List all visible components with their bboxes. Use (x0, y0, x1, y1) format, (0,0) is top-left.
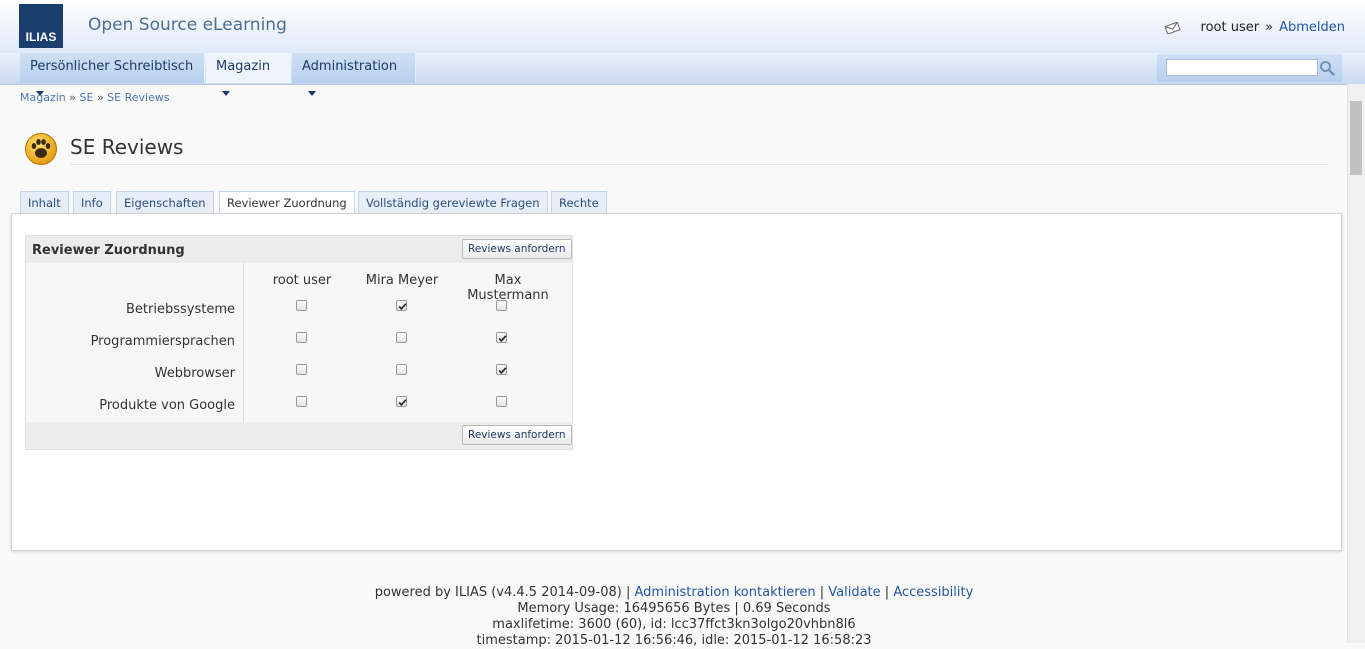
checkmark-icon (398, 303, 407, 310)
breadcrumb: Magazin » SE » SE Reviews (20, 91, 170, 104)
checkmark-icon (498, 335, 507, 342)
page-title: SE Reviews (70, 135, 184, 159)
memory-usage-text: Memory Usage: 16495656 Bytes | 0.69 Seco… (517, 601, 831, 616)
table-header: Reviewer Zuordnung Reviews anfordern (26, 236, 572, 263)
logout-link[interactable]: Abmelden (1279, 20, 1345, 35)
reviewer-checkbox[interactable] (396, 300, 407, 311)
search-input[interactable] (1166, 59, 1318, 76)
menu-repository[interactable]: Magazin (206, 53, 291, 96)
reviewer-checkbox[interactable] (496, 396, 507, 407)
reviewer-assignment-table: Reviewer Zuordnung Reviews anfordern roo… (25, 235, 573, 450)
accessibility-link[interactable]: Accessibility (893, 585, 973, 600)
scrollbar-thumb[interactable] (1350, 101, 1362, 175)
menu-label: Administration (302, 59, 398, 74)
search-area (1157, 54, 1342, 82)
powered-by-text: powered by ILIAS (v4.4.5 2014-09-08) (374, 585, 622, 600)
row-label-betriebssysteme: Betriebssysteme (126, 302, 235, 317)
checkmark-icon (498, 367, 507, 374)
tab-content[interactable]: Inhalt (20, 191, 69, 213)
reviewer-checkbox[interactable] (396, 364, 407, 375)
row-label-webbrowser: Webbrowser (154, 366, 235, 381)
user-name: root user (1200, 20, 1260, 35)
reviewer-checkbox[interactable] (496, 300, 507, 311)
breadcrumb-item-repository[interactable]: Magazin (20, 91, 66, 104)
reviewer-checkbox[interactable] (296, 300, 307, 311)
column-divider (243, 263, 244, 422)
breadcrumb-separator: » (96, 91, 104, 104)
reviewer-checkbox[interactable] (296, 332, 307, 343)
breadcrumb-item-se-reviews[interactable]: SE Reviews (107, 91, 169, 104)
reviewer-checkbox[interactable] (396, 396, 407, 407)
tab-reviewer-assignment[interactable]: Reviewer Zuordnung (219, 191, 355, 214)
reviewer-checkbox[interactable] (296, 364, 307, 375)
page-footer: powered by ILIAS (v4.4.5 2014-09-08) | A… (0, 585, 1348, 649)
logo-text: ILIAS (25, 30, 57, 44)
top-header: ILIAS Open Source eLearning root user » … (0, 0, 1365, 54)
request-reviews-button-bottom[interactable]: Reviews anfordern (462, 425, 572, 445)
table-title: Reviewer Zuordnung (32, 243, 185, 258)
breadcrumb-item-se[interactable]: SE (80, 91, 94, 104)
timestamp-text: timestamp: 2015-01-12 16:56:46, idle: 20… (476, 633, 872, 648)
checkmark-icon (398, 399, 407, 406)
request-reviews-button-top[interactable]: Reviews anfordern (462, 239, 572, 259)
tab-info[interactable]: Info (73, 191, 111, 213)
user-area: root user » Abmelden (1163, 20, 1345, 35)
row-label-produkte-von-google: Produkte von Google (99, 398, 235, 413)
column-header-mira-meyer: Mira Meyer (365, 273, 439, 288)
column-header-max-mustermann: Max Mustermann (467, 273, 549, 303)
session-info-text: maxlifetime: 3600 (60), id: lcc37ffct3kn… (492, 617, 856, 632)
table-footer: Reviews anfordern (26, 422, 572, 449)
reviewer-checkbox[interactable] (496, 332, 507, 343)
footer-line-1: powered by ILIAS (v4.4.5 2014-09-08) | A… (374, 585, 974, 600)
title-divider (70, 164, 1328, 165)
chevron-down-icon (308, 91, 316, 96)
tab-fully-reviewed-questions[interactable]: Vollständig gereviewte Fragen (358, 191, 548, 213)
reviewer-checkbox[interactable] (396, 332, 407, 343)
menu-label: Magazin (216, 59, 271, 74)
row-label-programmiersprachen: Programmiersprachen (90, 334, 235, 349)
page-scrollbar[interactable] (1347, 84, 1365, 643)
site-title: Open Source eLearning (88, 15, 287, 35)
paw-icon (24, 132, 58, 166)
column-header-root-user: root user (272, 273, 332, 288)
breadcrumb-separator: » (69, 91, 76, 104)
menu-personal-desktop[interactable]: Persönlicher Schreibtisch (20, 53, 205, 96)
tab-properties[interactable]: Eigenschaften (116, 191, 214, 213)
mail-icon[interactable] (1163, 21, 1181, 35)
content-panel: Reviewer Zuordnung Reviews anfordern roo… (11, 213, 1342, 551)
user-separator: » (1265, 20, 1274, 35)
reviewer-checkbox[interactable] (296, 396, 307, 407)
chevron-down-icon (222, 91, 230, 96)
reviewer-checkbox[interactable] (496, 364, 507, 375)
tab-permissions[interactable]: Rechte (551, 191, 607, 213)
menu-administration[interactable]: Administration (292, 53, 416, 96)
validate-link[interactable]: Validate (828, 585, 880, 600)
search-icon[interactable] (1319, 60, 1335, 76)
ilias-logo[interactable]: ILIAS (19, 4, 63, 48)
menu-label: Persönlicher Schreibtisch (30, 59, 194, 74)
contact-admin-link[interactable]: Administration kontaktieren (634, 585, 815, 600)
